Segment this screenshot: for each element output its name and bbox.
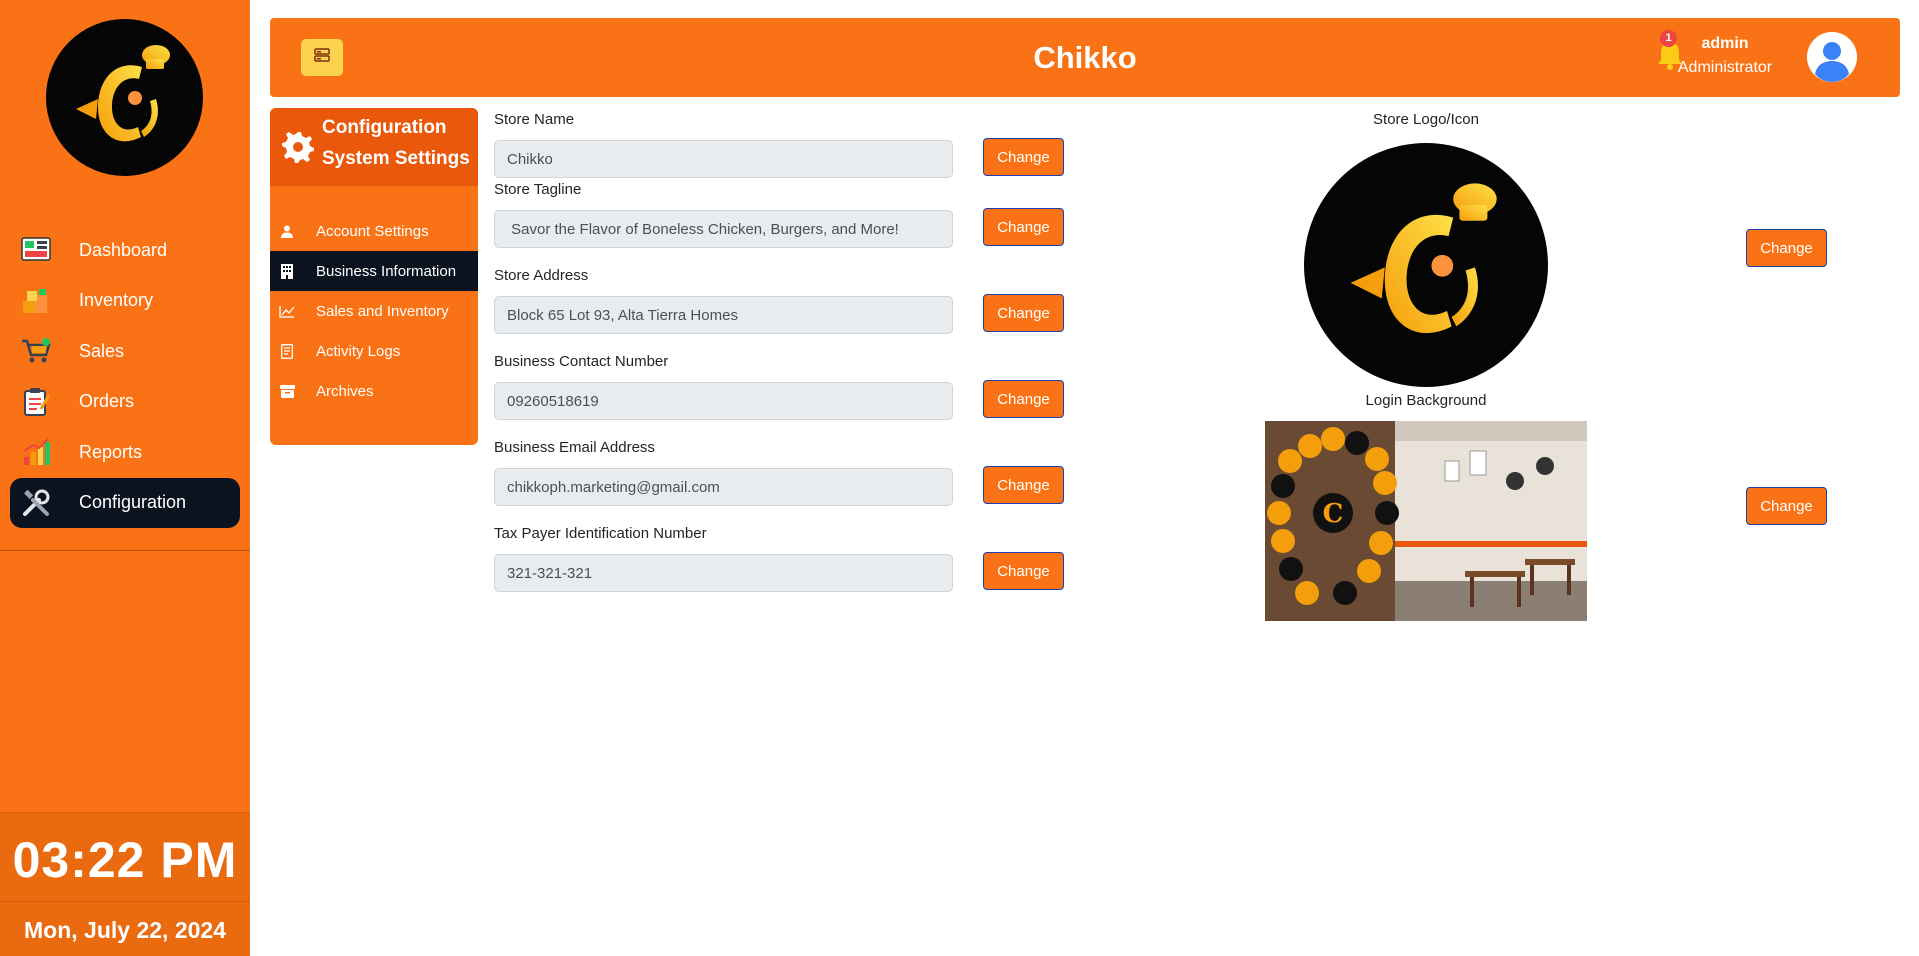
config-title: Configuration [322, 117, 447, 138]
store-name-label: Store Name [494, 111, 575, 128]
config-item-sales-and-inventory[interactable]: Sales and Inventory [270, 291, 478, 331]
main-nav: Dashboard Inventory Sales Orders Reports [10, 225, 240, 529]
store-logo-image [1304, 143, 1548, 387]
nav-label: Reports [79, 441, 143, 462]
tin-label: Tax Payer Identification Number [494, 525, 707, 542]
store-tagline-field[interactable] [494, 210, 953, 248]
store-logo-label: Store Logo/Icon [1373, 111, 1479, 128]
store-address-label: Store Address [494, 267, 589, 284]
nav-item-dashboard[interactable]: Dashboard [10, 225, 240, 275]
change-store-logo-button[interactable]: Change [1746, 229, 1827, 267]
nav-label: Inventory [79, 290, 154, 311]
store-tagline-label: Store Tagline [494, 181, 582, 198]
log-icon [279, 343, 295, 359]
login-background-label: Login Background [1365, 392, 1487, 409]
change-tin-button[interactable]: Change [983, 552, 1064, 590]
menu-toggle-icon [313, 47, 331, 68]
config-item-label: Activity Logs [316, 342, 401, 360]
nav-label: Sales [79, 340, 125, 361]
nav-label: Configuration [79, 492, 187, 513]
config-submenu: Configuration System Settings Account Se… [270, 108, 478, 445]
contact-number-field[interactable] [494, 382, 953, 420]
config-item-business-information[interactable]: Business Information [270, 251, 478, 291]
nav-item-inventory[interactable]: Inventory [10, 276, 240, 326]
config-item-label: Sales and Inventory [316, 302, 449, 320]
clock-time: 03:22 PM [12, 832, 238, 888]
chikko-logo [46, 19, 203, 176]
config-submenu-header: Configuration System Settings [270, 108, 478, 186]
nav-item-orders[interactable]: Orders [10, 377, 240, 427]
user-name: admin [1701, 35, 1749, 52]
user-avatar[interactable] [1807, 32, 1857, 82]
sidebar: Dashboard Inventory Sales Orders Reports [0, 0, 250, 956]
config-item-account-settings[interactable]: Account Settings [270, 211, 478, 251]
change-email-address-button[interactable]: Change [983, 466, 1064, 504]
contact-number-label: Business Contact Number [494, 353, 669, 370]
email-address-field[interactable] [494, 468, 953, 506]
config-item-label: Archives [316, 382, 374, 400]
store-name-field[interactable] [494, 140, 953, 178]
top-header: Chikko 1 admin Administrator [270, 18, 1900, 97]
login-background-image: C [1265, 421, 1587, 621]
user-role: Administrator [1677, 59, 1773, 76]
dashboard-icon [20, 234, 52, 266]
building-icon [279, 263, 295, 279]
clock-date: Mon, July 22, 2024 [24, 917, 226, 943]
config-item-label: Account Settings [316, 222, 429, 240]
clock-divider [0, 901, 250, 902]
nav-item-reports[interactable]: Reports [10, 427, 240, 477]
reports-chart-icon [20, 436, 52, 468]
change-store-tagline-button[interactable]: Change [983, 208, 1064, 246]
config-subtitle: System Settings [322, 148, 470, 169]
configuration-tools-icon [20, 487, 52, 519]
inventory-icon [20, 285, 52, 317]
svg-text:C: C [1323, 499, 1344, 529]
change-contact-number-button[interactable]: Change [983, 380, 1064, 418]
orders-icon [20, 386, 52, 418]
sales-cart-icon [20, 335, 52, 367]
nav-label: Orders [79, 391, 135, 412]
change-login-background-button[interactable]: Change [1746, 487, 1827, 525]
config-item-activity-logs[interactable]: Activity Logs [270, 331, 478, 371]
gear-icon [281, 130, 315, 164]
user-icon [279, 223, 295, 239]
store-address-field[interactable] [494, 296, 953, 334]
nav-label: Dashboard [79, 239, 168, 260]
tin-field[interactable] [494, 554, 953, 592]
email-address-label: Business Email Address [494, 439, 655, 456]
config-menu-list: Account Settings Business Information Sa… [270, 211, 478, 411]
change-store-name-button[interactable]: Change [983, 138, 1064, 176]
clock-panel: 03:22 PM Mon, July 22, 2024 [0, 812, 250, 956]
nav-item-configuration[interactable]: Configuration [10, 477, 240, 528]
archive-icon [279, 383, 295, 399]
line-chart-icon [279, 303, 295, 319]
change-store-address-button[interactable]: Change [983, 294, 1064, 332]
sidebar-divider [0, 550, 250, 551]
avatar-icon [1807, 32, 1857, 82]
sidebar-toggle-button[interactable] [301, 39, 343, 76]
config-item-label: Business Information [316, 262, 457, 280]
nav-item-sales[interactable]: Sales [10, 326, 240, 376]
config-item-archives[interactable]: Archives [270, 371, 478, 411]
